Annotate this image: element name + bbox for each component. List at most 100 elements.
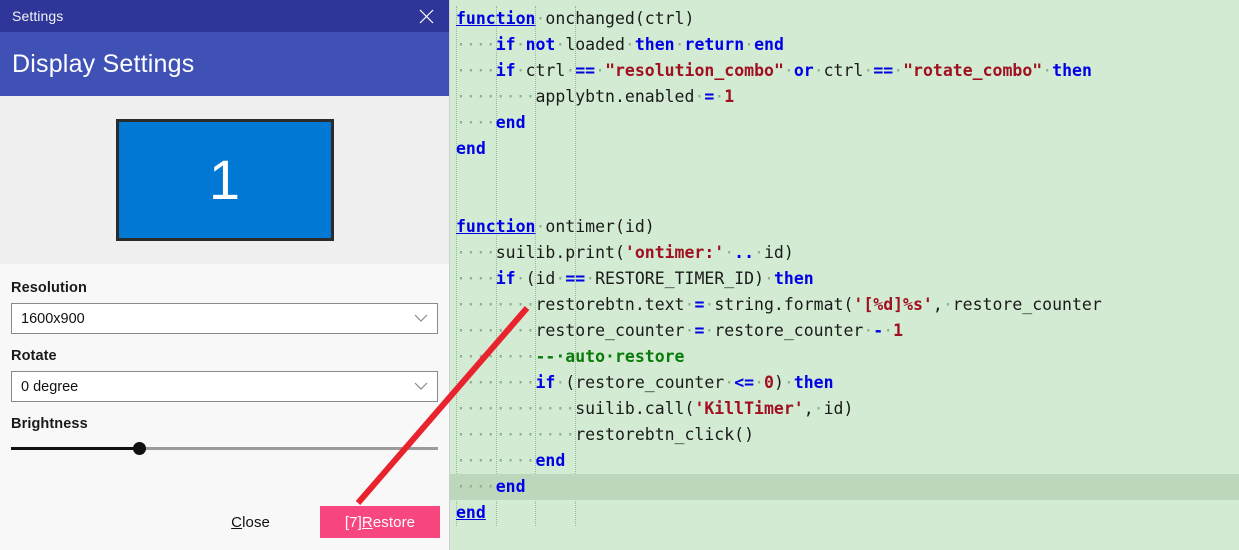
- code-line[interactable]: ········--·auto·restore: [450, 344, 1239, 370]
- code-token: ·: [754, 243, 764, 262]
- code-line[interactable]: end: [450, 500, 1239, 526]
- code-token: restore_counter: [714, 321, 864, 340]
- code-token: if: [495, 61, 516, 80]
- code-line[interactable]: ········if·(restore_counter·<=·0)·then: [450, 370, 1239, 396]
- code-token: then: [1052, 61, 1092, 80]
- code-token: =: [704, 87, 715, 106]
- code-token: ·: [595, 61, 606, 80]
- code-token: ,: [932, 295, 943, 314]
- code-line[interactable]: ············restorebtn_click(): [450, 422, 1239, 448]
- code-token: ·: [515, 61, 526, 80]
- resolution-value: 1600x900: [21, 310, 85, 327]
- code-line[interactable]: ····if·(id·==·RESTORE_TIMER_ID)·then: [450, 266, 1239, 292]
- code-token: end: [535, 451, 566, 470]
- code-token: applybtn.enabled: [535, 87, 695, 106]
- code-line[interactable]: ····suilib.print('ontimer:'·..·id): [450, 240, 1239, 266]
- code-token: restore_counter: [535, 321, 685, 340]
- close-button-label: lose: [242, 513, 270, 531]
- code-token: if: [495, 269, 516, 288]
- code-line[interactable]: ············suilib.call('KillTimer',·id): [450, 396, 1239, 422]
- brightness-slider[interactable]: [11, 439, 438, 457]
- monitor-preview-area: 1: [0, 96, 449, 264]
- code-line[interactable]: ········applybtn.enabled·=·1: [450, 84, 1239, 110]
- code-token: suilib.print(: [495, 243, 625, 262]
- restore-button-label: estore: [372, 513, 416, 531]
- chevron-down-icon: [414, 314, 428, 323]
- code-line[interactable]: function·ontimer(id): [450, 214, 1239, 240]
- restore-button[interactable]: [7] Restore: [320, 506, 440, 538]
- code-token: then: [634, 35, 675, 54]
- code-token: ····: [456, 269, 496, 288]
- code-token: -: [873, 321, 884, 340]
- restore-button-accel: R: [361, 513, 373, 531]
- code-token: ·: [624, 35, 635, 54]
- code-token: ontimer(id): [545, 217, 655, 236]
- code-token: ·: [535, 9, 546, 28]
- code-line[interactable]: end: [450, 136, 1239, 162]
- code-line[interactable]: ····end: [450, 110, 1239, 136]
- code-line[interactable]: ····if·not·loaded·then·return·end: [450, 32, 1239, 58]
- code-line[interactable]: ········restore_counter·=·restore_counte…: [450, 318, 1239, 344]
- code-token: ········: [456, 321, 536, 340]
- code-token: 'ontimer:': [624, 243, 725, 262]
- code-token: suilib.call(: [575, 399, 695, 418]
- code-token: ,: [803, 399, 814, 418]
- code-token: ········: [456, 347, 536, 366]
- code-token: ): [773, 373, 784, 392]
- code-token: id): [823, 399, 854, 418]
- code-token: "rotate_combo": [903, 61, 1043, 80]
- code-token: ········: [456, 87, 536, 106]
- close-button[interactable]: Close: [231, 514, 270, 531]
- monitor-number: 1: [208, 148, 241, 211]
- code-line[interactable]: ········restorebtn.text·=·string.format(…: [450, 292, 1239, 318]
- code-token: ············: [456, 399, 576, 418]
- code-token: onchanged(ctrl): [545, 9, 695, 28]
- code-token: ····: [456, 243, 496, 262]
- code-token: ctrl: [823, 61, 864, 80]
- restore-button-prefix: [7]: [344, 513, 362, 531]
- code-token: end: [495, 477, 526, 496]
- code-token: then: [793, 373, 834, 392]
- app-root: Settings Display Settings 1 Resolution 1…: [0, 0, 1239, 550]
- slider-thumb[interactable]: [133, 441, 147, 455]
- code-token: ····: [456, 477, 496, 496]
- code-editor[interactable]: function·onchanged(ctrl) ····if·not·loade…: [450, 0, 1239, 550]
- code-line[interactable]: ····if·ctrl·==·"resolution_combo"·or·ctr…: [450, 58, 1239, 84]
- code-token: ..: [734, 243, 755, 262]
- code-line[interactable]: ········end: [450, 448, 1239, 474]
- code-token: restorebtn_click(): [575, 425, 755, 444]
- code-token: ·: [694, 87, 705, 106]
- code-token: ·: [724, 243, 735, 262]
- code-token: ctrl: [525, 61, 566, 80]
- code-token: ·: [515, 269, 526, 288]
- code-token: ·: [813, 61, 824, 80]
- code-token: end: [754, 35, 784, 54]
- code-token: ·: [555, 373, 566, 392]
- rotate-combo[interactable]: 0 degree: [11, 371, 438, 402]
- monitor-thumbnail[interactable]: 1: [115, 119, 334, 241]
- code-token: =: [694, 295, 705, 314]
- code-token: (restore_counter: [565, 373, 725, 392]
- code-line[interactable]: function·onchanged(ctrl): [450, 6, 1239, 32]
- code-token: ·: [863, 61, 874, 80]
- resolution-combo[interactable]: 1600x900: [11, 303, 438, 334]
- code-token: then: [773, 269, 814, 288]
- slider-track[interactable]: [11, 441, 438, 455]
- code-token: ·: [714, 87, 725, 106]
- close-icon[interactable]: [403, 0, 449, 32]
- code-line[interactable]: [450, 162, 1239, 188]
- code-token: ·: [535, 217, 546, 236]
- code-token: ==: [565, 269, 586, 288]
- code-token: ····: [456, 35, 496, 54]
- page-title: Display Settings: [12, 49, 195, 78]
- window-titlebar: Settings: [0, 0, 449, 32]
- code-line[interactable]: [450, 188, 1239, 214]
- slider-fill: [11, 446, 140, 450]
- code-token: ·: [585, 269, 596, 288]
- code-line[interactable]: ····end: [450, 474, 1239, 500]
- code-token: ·: [754, 373, 764, 392]
- code-token: function: [456, 217, 536, 236]
- code-token: string.format(: [714, 295, 854, 314]
- code-token: ·: [863, 321, 874, 340]
- code-token: ==: [873, 61, 894, 80]
